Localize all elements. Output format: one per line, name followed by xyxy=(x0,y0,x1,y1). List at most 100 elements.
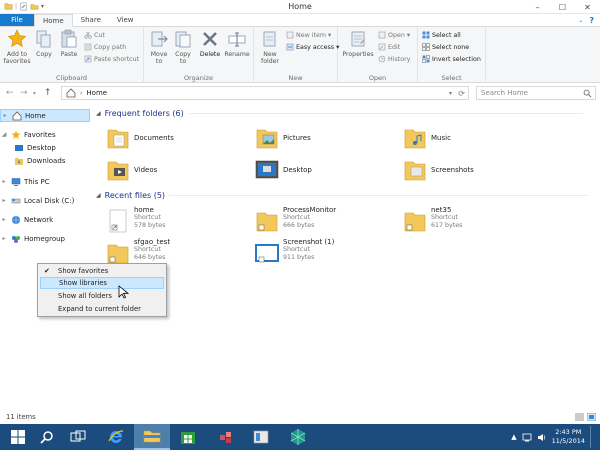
folder-tile-screenshots[interactable]: Screenshots xyxy=(403,156,551,184)
invert-selection-button[interactable]: Invert selection xyxy=(422,55,481,63)
divider xyxy=(187,113,583,114)
network-status-icon[interactable] xyxy=(522,433,532,442)
nav-item-downloads[interactable]: Downloads xyxy=(14,154,65,167)
nav-item-homegroup[interactable]: ▸ Homegroup xyxy=(0,232,65,245)
up-button[interactable]: ↑ xyxy=(44,88,52,98)
address-dropdown-icon[interactable]: ▾ xyxy=(449,90,452,97)
show-desktop-button[interactable] xyxy=(590,426,594,448)
screenshots-folder-icon xyxy=(404,161,426,181)
breadcrumb[interactable]: Home xyxy=(86,89,107,97)
select-all-button[interactable]: Select all xyxy=(422,31,461,39)
recent-locations-button[interactable]: ▾ xyxy=(33,90,36,97)
copy-to-icon xyxy=(175,31,191,48)
internet-explorer-button[interactable] xyxy=(98,424,134,450)
move-to-button[interactable]: Move to xyxy=(148,29,170,65)
folder-tile-pictures[interactable]: Pictures xyxy=(255,124,403,152)
expand-ribbon-icon[interactable]: ⌄ xyxy=(578,17,583,24)
copy-to-button[interactable]: Copy to xyxy=(172,29,194,65)
recent-file-net35[interactable]: net35 Shortcut 617 bytes xyxy=(403,206,551,238)
clock[interactable]: 2:43 PM 11/5/2014 xyxy=(552,428,585,446)
expand-arrow-icon[interactable]: ▸ xyxy=(0,235,8,242)
invert-selection-icon xyxy=(422,55,430,63)
select-none-button[interactable]: Select none xyxy=(422,43,469,51)
open-group: Properties Open ▾ Edit History Open xyxy=(338,27,418,83)
folder-tile-videos[interactable]: Videos xyxy=(106,156,254,184)
edit-button[interactable]: Edit xyxy=(378,43,400,51)
folder-tile-documents[interactable]: Documents xyxy=(106,124,254,152)
file-meta: ProcessMonitor Shortcut 666 bytes xyxy=(283,206,336,230)
close-button[interactable]: ✕ xyxy=(575,0,600,14)
file-explorer-button[interactable] xyxy=(134,424,170,450)
tab-share[interactable]: Share xyxy=(73,14,109,26)
collapse-arrow-icon[interactable]: ◢ xyxy=(0,131,8,138)
rename-button[interactable]: Rename xyxy=(224,29,250,58)
forward-button[interactable]: → xyxy=(20,88,28,98)
menu-item-show-all-folders[interactable]: Show all folders xyxy=(40,290,164,302)
nav-item-desktop[interactable]: Desktop xyxy=(14,141,56,154)
new-folder-button[interactable]: New folder xyxy=(257,29,283,65)
star-icon xyxy=(7,29,27,47)
recent-file-home[interactable]: home Shortcut 578 bytes xyxy=(106,206,254,238)
paste-shortcut-icon xyxy=(84,55,92,63)
expand-arrow-icon[interactable]: ▸ xyxy=(0,197,8,204)
recent-file-screenshot-1[interactable]: Screenshot (1) Shortcut 911 bytes xyxy=(255,238,403,270)
tab-view[interactable]: View xyxy=(109,14,142,26)
search-input[interactable]: Search Home xyxy=(476,86,596,100)
maximize-button[interactable]: ☐ xyxy=(550,0,575,14)
back-button[interactable]: ← xyxy=(6,88,14,98)
expand-arrow-icon[interactable]: ▸ xyxy=(0,216,8,223)
nav-item-network[interactable]: ▸ Network xyxy=(0,213,53,226)
refresh-icon[interactable]: ⟳ xyxy=(458,89,465,98)
properties-icon[interactable] xyxy=(19,2,28,11)
open-button[interactable]: Open ▾ xyxy=(378,31,410,39)
status-bar: 11 items xyxy=(0,410,600,424)
app-button-red-cubes[interactable] xyxy=(208,424,244,450)
new-item-button[interactable]: New item ▾ xyxy=(286,31,331,39)
paste-shortcut-button[interactable]: Paste shortcut xyxy=(84,55,139,63)
expand-arrow-icon[interactable]: ▸ xyxy=(1,112,9,119)
tab-file[interactable]: File xyxy=(0,14,34,26)
easy-access-button[interactable]: Easy access ▾ xyxy=(286,43,339,51)
large-icons-view-icon[interactable] xyxy=(587,413,596,421)
folder-tile-desktop[interactable]: Desktop xyxy=(255,156,403,184)
nav-item-home[interactable]: ▸ Home xyxy=(0,109,90,122)
menu-item-expand-to-current-folder[interactable]: Expand to current folder xyxy=(40,303,164,315)
address-bar[interactable]: › Home ▾ ⟳ xyxy=(61,86,469,100)
group-label-organize: Organize xyxy=(183,74,214,82)
image-shortcut-icon xyxy=(255,244,279,263)
store-button[interactable] xyxy=(170,424,206,450)
expand-arrow-icon[interactable]: ▸ xyxy=(0,178,8,185)
tab-home[interactable]: Home xyxy=(34,14,73,27)
copy-button[interactable]: Copy xyxy=(34,29,54,58)
task-view-button[interactable] xyxy=(60,424,96,450)
show-hidden-icons-icon[interactable]: ▲ xyxy=(511,433,516,441)
frequent-folders-header[interactable]: ◢ Frequent folders (6) xyxy=(96,109,583,118)
copy-path-button[interactable]: Copy path xyxy=(84,43,126,51)
paste-button[interactable]: Paste xyxy=(58,29,80,58)
menu-item-show-libraries[interactable]: Show libraries xyxy=(40,277,164,289)
nav-item-favorites[interactable]: ◢ Favorites xyxy=(0,128,56,141)
add-to-favorites-button[interactable]: Add to favorites xyxy=(2,29,32,65)
delete-button[interactable]: Delete xyxy=(198,29,222,58)
folder-icon[interactable] xyxy=(4,2,13,11)
nav-item-local-disk[interactable]: ▸ Local Disk (C:) xyxy=(0,194,74,207)
menu-item-show-favorites[interactable]: ✔ Show favorites xyxy=(40,265,164,277)
nav-item-this-pc[interactable]: ▸ This PC xyxy=(0,175,50,188)
volume-icon[interactable] xyxy=(537,433,547,442)
recent-file-processmonitor[interactable]: ProcessMonitor Shortcut 666 bytes xyxy=(255,206,403,238)
folder-tile-music[interactable]: Music xyxy=(403,124,551,152)
file-size: 617 bytes xyxy=(431,222,463,229)
minimize-button[interactable]: – xyxy=(525,0,550,14)
app-button-window[interactable] xyxy=(243,424,279,450)
properties-button[interactable]: Properties xyxy=(341,29,375,58)
recent-files-header[interactable]: ◢ Recent files (5) xyxy=(96,191,590,200)
history-button[interactable]: History xyxy=(378,55,410,63)
help-icon[interactable]: ? xyxy=(589,16,594,25)
details-view-icon[interactable] xyxy=(575,413,584,421)
customize-quick-access-icon[interactable]: ▾ xyxy=(41,3,44,10)
cut-button[interactable]: Cut xyxy=(84,31,105,39)
clipboard-group: Add to favorites Copy Paste Cut Copy pat… xyxy=(0,27,144,83)
new-folder-icon[interactable] xyxy=(30,2,39,11)
app-button-teal[interactable] xyxy=(280,424,316,450)
easy-access-icon xyxy=(286,43,294,51)
